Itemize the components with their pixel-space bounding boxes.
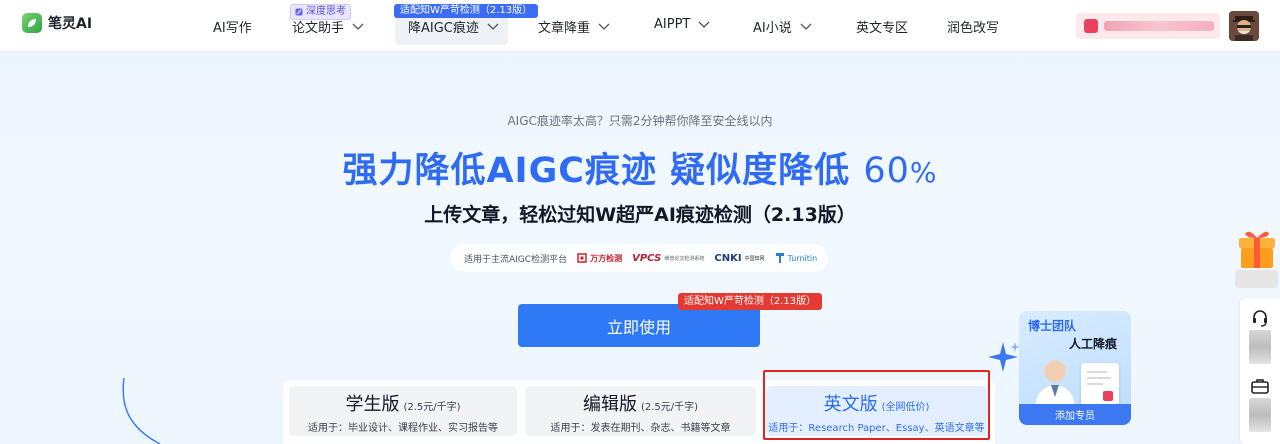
- add-specialist-button[interactable]: 添加专员: [1019, 404, 1131, 425]
- promo-title: 人工降痕: [1069, 337, 1118, 351]
- nav-item-aippt[interactable]: AIPPT: [654, 17, 710, 32]
- hero-title-number: 60: [863, 151, 910, 191]
- nav-item-label: 论文助手: [292, 21, 345, 36]
- plan-price: (2.5元/千字): [640, 402, 699, 413]
- hero-description: 上传文章，轻松过知W超严AI痕迹检测（2.13版）: [424, 204, 856, 226]
- sparkle-icon: [988, 342, 1020, 372]
- cnki-logo: CNKI 中国知网: [714, 252, 765, 264]
- redacted-qr-code: [1249, 330, 1271, 364]
- nav-item-paper-assistant[interactable]: 论文助手: [292, 17, 364, 36]
- gift-box-icon[interactable]: [1233, 228, 1280, 290]
- plan-usage: 适用于：毕业设计、课程作业、实习报告等: [308, 423, 498, 434]
- redacted-info: [1249, 398, 1271, 432]
- start-now-button[interactable]: 立即使用: [518, 304, 760, 347]
- plan-name: 英文版: [823, 394, 878, 415]
- wanfang-logo: 万方检测: [577, 253, 622, 264]
- nav-item-polish[interactable]: 润色改写: [947, 17, 999, 36]
- briefcase-icon[interactable]: [1250, 376, 1270, 396]
- leaf-logo-icon: [22, 13, 42, 33]
- nav-item-label: AI写作: [213, 21, 252, 36]
- plan-editor[interactable]: 编辑版 (2.5元/千字) 适用于：发表在期刊、杂志、书籍等文章: [525, 386, 756, 436]
- top-navbar: 笔灵AI AI写作 深度思考 论文助手 适配知W严苛检测（2.13版） 降AIG…: [0, 0, 1280, 52]
- chevron-down-icon: [487, 23, 499, 30]
- nav-item-label: AIPPT: [654, 17, 691, 32]
- avatar[interactable]: [1229, 11, 1259, 41]
- user-avatar-icon: [1229, 11, 1259, 41]
- app-name: 笔灵AI: [48, 16, 93, 32]
- hero-title: 强力降低AIGC痕迹 疑似度降低 60%: [0, 142, 1280, 193]
- chevron-down-icon: [598, 23, 610, 30]
- hero-subtitle: AIGC痕迹率太高？只需2分钟帮你降至安全线以内: [507, 114, 773, 128]
- platforms-label: 适用于主流AIGC检测平台: [464, 254, 568, 265]
- supported-platforms-bar: 适用于主流AIGC检测平台 万方检测 VPCS 维普论文检测系统 CNKI 中国…: [450, 244, 828, 272]
- plan-student[interactable]: 学生版 (2.5元/千字) 适用于：毕业设计、课程作业、实习报告等: [289, 386, 517, 436]
- nav-item-label: 文章降重: [538, 21, 591, 36]
- plan-price: (全网低价): [881, 402, 930, 413]
- promo-tag: 博士团队: [1028, 319, 1077, 333]
- nav-item-label: 英文专区: [856, 21, 909, 36]
- chevron-down-icon: [800, 23, 812, 30]
- wanfang-icon: [577, 253, 587, 263]
- nav-item-rewrite[interactable]: 文章降重: [538, 17, 610, 36]
- plan-usage: 适用于：Research Paper、Essay、英语文章等: [768, 423, 985, 434]
- nav-item-ai-novel[interactable]: AI小说: [753, 17, 812, 36]
- hero-title-main: 强力降低AIGC痕迹 疑似度降低: [342, 151, 851, 191]
- plan-usage: 适用于：发表在期刊、杂志、书籍等文章: [550, 423, 731, 434]
- right-float-toolbar: [1240, 298, 1280, 444]
- nav-item-ai-writing[interactable]: AI写作: [213, 17, 252, 36]
- nav-item-label: AI小说: [753, 21, 792, 36]
- plan-name: 编辑版: [582, 394, 637, 415]
- gift-icon: [1084, 19, 1098, 33]
- vpcs-logo: VPCS 维普论文检测系统: [632, 252, 705, 264]
- membership-chip[interactable]: [1076, 13, 1220, 39]
- edit-icon: [295, 8, 303, 16]
- turnitin-logo: Turnitin: [775, 252, 817, 264]
- plan-english[interactable]: 英文版 (全网低价) 适用于：Research Paper、Essay、英语文章等: [766, 386, 987, 436]
- plan-name: 学生版: [345, 394, 400, 415]
- doctor-figure-icon: [1035, 360, 1075, 411]
- nav-item-label: 降AIGC痕迹: [408, 21, 479, 36]
- expert-team-promo-card[interactable]: 博士团队 人工降痕 添加专员: [1019, 311, 1131, 425]
- cnki-adapt-tag: 适配知W严苛检测（2.13版）: [678, 293, 823, 310]
- cnki-adapt-badge: 适配知W严苛检测（2.13版）: [394, 4, 539, 18]
- plan-price: (2.5元/千字): [403, 402, 461, 413]
- document-icon: [1081, 363, 1119, 407]
- turnitin-icon: [775, 253, 784, 263]
- app-logo[interactable]: 笔灵AI: [22, 13, 92, 33]
- chevron-down-icon: [698, 21, 710, 28]
- nav-item-reduce-aigc[interactable]: 降AIGC痕迹: [408, 17, 499, 36]
- chevron-down-icon: [352, 23, 364, 30]
- hero-title-unit: %: [909, 156, 938, 189]
- decorative-curve-icon: [122, 378, 161, 444]
- nav-item-english-zone[interactable]: 英文专区: [856, 17, 908, 36]
- customer-service-icon[interactable]: [1250, 308, 1270, 328]
- nav-item-label: 润色改写: [947, 21, 1000, 36]
- redacted-user-info: [1104, 21, 1214, 31]
